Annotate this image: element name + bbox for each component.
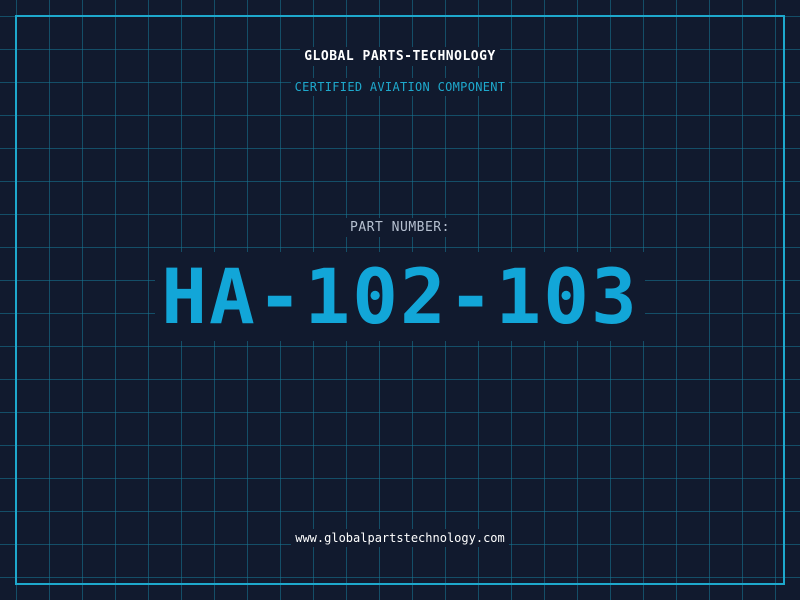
part-number-label: PART NUMBER:	[0, 218, 800, 237]
brand-title: GLOBAL PARTS-TECHNOLOGY	[0, 47, 800, 66]
certification-subtitle: CERTIFIED AVIATION COMPONENT	[0, 78, 800, 96]
part-number-value-text: HA-102-103	[155, 252, 645, 341]
certification-subtitle-text: CERTIFIED AVIATION COMPONENT	[290, 78, 510, 96]
part-number-value: HA-102-103	[0, 252, 800, 342]
brand-title-text: GLOBAL PARTS-TECHNOLOGY	[300, 47, 500, 66]
website-url: www.globalpartstechnology.com	[0, 529, 800, 547]
website-url-text: www.globalpartstechnology.com	[291, 529, 509, 547]
part-number-label-text: PART NUMBER:	[346, 218, 454, 237]
blueprint-canvas: GLOBAL PARTS-TECHNOLOGY CERTIFIED AVIATI…	[0, 0, 800, 600]
